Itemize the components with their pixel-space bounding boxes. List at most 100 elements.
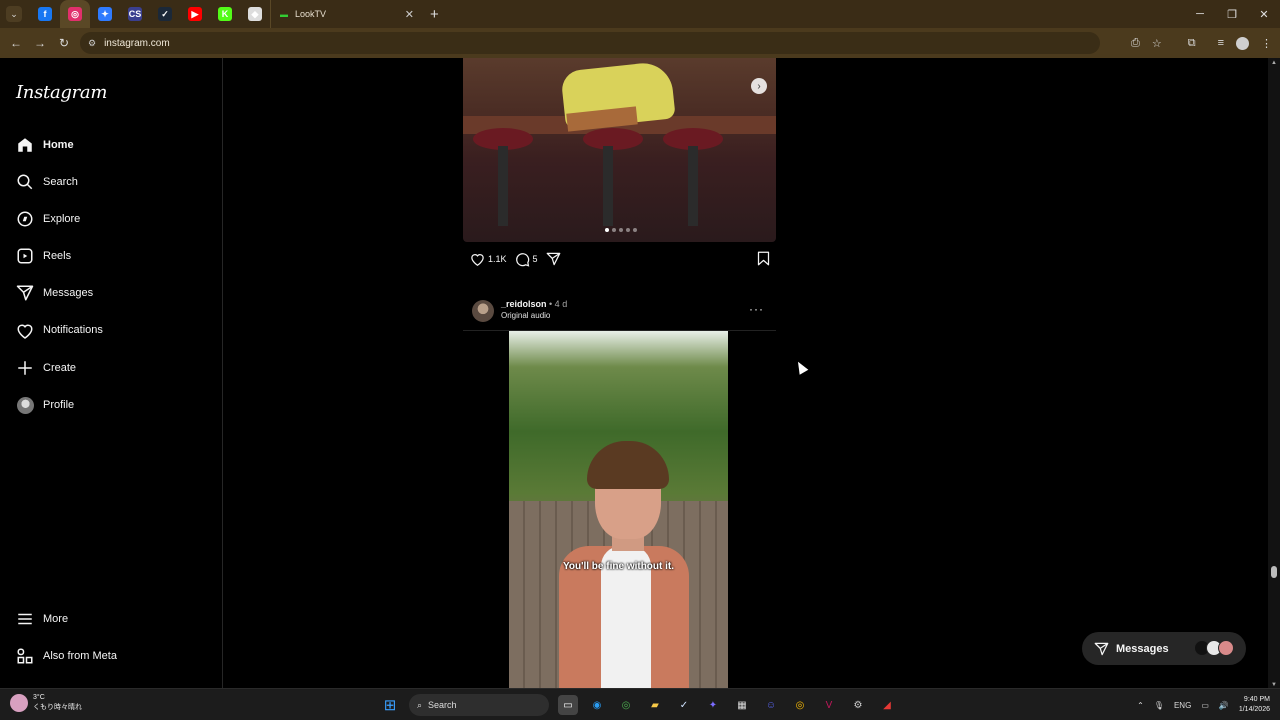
send-icon <box>16 284 34 302</box>
instagram-logo[interactable]: Instagram <box>16 82 107 103</box>
address-bar[interactable]: ⚙ instagram.com <box>80 32 1100 54</box>
taskbar-search-box[interactable]: ⌕ Search <box>409 694 549 716</box>
pinned-tab[interactable]: K <box>210 0 240 28</box>
tray-overflow-icon[interactable]: ⌃ <box>1137 701 1144 710</box>
share-button[interactable] <box>546 252 561 266</box>
reel-video[interactable]: You'll be fine without it. <box>463 330 776 688</box>
copilot-icon[interactable]: ✦ <box>703 695 723 715</box>
app-icon[interactable]: V <box>819 695 839 715</box>
messenger-icon: ✦ <box>98 7 112 21</box>
carousel-dot <box>619 228 623 232</box>
post-author-avatar[interactable] <box>472 300 494 322</box>
clock[interactable]: 9:40 PM 1/14/2026 <box>1239 695 1270 715</box>
bookmark-star-icon[interactable]: ☆ <box>1152 37 1162 50</box>
sidebar-item-more[interactable]: More <box>16 608 68 630</box>
sidebar-item-label: More <box>43 613 69 625</box>
original-audio-link[interactable]: Original audio <box>501 311 550 320</box>
comment-button[interactable]: 5 <box>515 252 538 267</box>
pinned-tab[interactable]: ▶ <box>180 0 210 28</box>
file-explorer-icon[interactable]: ▰ <box>645 695 665 715</box>
tab-search-button[interactable]: ⌄ <box>6 6 22 22</box>
close-window-button[interactable]: ✕ <box>1248 0 1280 28</box>
feed: › 1.1K 5 _reidolson • 4 d Original audio… <box>224 58 1268 688</box>
like-button[interactable]: 1.1K <box>470 252 507 266</box>
sidebar-item-explore[interactable]: Explore <box>16 208 80 230</box>
sidebar-item-also-from-meta[interactable]: Also from Meta <box>16 645 117 667</box>
install-app-icon[interactable]: ⎙ <box>1131 37 1140 50</box>
weather-icon <box>10 694 28 712</box>
maximize-button[interactable]: ❐ <box>1216 0 1248 28</box>
sidebar-item-notifications[interactable]: Notifications <box>16 319 103 341</box>
close-tab-icon[interactable]: ✕ <box>405 8 414 21</box>
pinned-tab[interactable]: ✦ <box>90 0 120 28</box>
display-icon[interactable]: ▭ <box>1201 701 1209 710</box>
back-button[interactable]: ← <box>4 36 28 50</box>
scroll-up-icon[interactable]: ▲ <box>1271 60 1277 66</box>
carousel-next-button[interactable]: › <box>751 78 767 94</box>
pinned-tab[interactable]: ◆ <box>240 0 270 28</box>
post-carousel-image[interactable]: › <box>463 58 776 242</box>
sidebar-item-label: Create <box>43 362 77 374</box>
more-options-button[interactable]: ··· <box>749 302 764 316</box>
menu-icon <box>16 610 34 628</box>
media-controls-icon[interactable]: ≡ <box>1218 37 1224 49</box>
sidebar-item-label: Also from Meta <box>43 650 117 662</box>
language-indicator[interactable]: ENG <box>1174 701 1191 710</box>
microphone-icon[interactable]: 🎙 <box>1154 701 1164 710</box>
steam-icon[interactable]: ✓ <box>674 695 694 715</box>
message-avatars <box>1194 640 1234 656</box>
taskbar-search-label: Search <box>428 700 457 710</box>
pinned-tab[interactable]: f <box>30 0 60 28</box>
sidebar-item-create[interactable]: Create <box>16 357 76 379</box>
chrome-icon[interactable]: ◎ <box>616 695 636 715</box>
carousel-dot <box>612 228 616 232</box>
site-info-icon[interactable]: ⚙ <box>88 38 96 49</box>
sidebar-item-home[interactable]: Home <box>16 134 74 156</box>
messages-pill-button[interactable]: Messages <box>1082 632 1246 665</box>
home-icon <box>16 136 34 154</box>
comment-count: 5 <box>532 254 538 264</box>
forward-button[interactable]: → <box>28 36 52 50</box>
reload-button[interactable]: ↻ <box>52 36 76 50</box>
sidebar-item-messages[interactable]: Messages <box>16 282 93 304</box>
diamond-icon: ◆ <box>248 7 262 21</box>
youtube-icon: ▶ <box>188 7 202 21</box>
weather-widget[interactable]: 3°C くもり時々晴れ <box>10 693 82 713</box>
instagram-sidebar: Instagram Home Search Explore Reels Messages… <box>0 58 223 688</box>
kick-icon: K <box>218 7 232 21</box>
post-author-username[interactable]: _reidolson • 4 d <box>501 299 567 309</box>
sidebar-item-label: Search <box>43 176 78 188</box>
discord-icon[interactable]: ☺ <box>761 695 781 715</box>
start-windows-icon[interactable]: ⊞ <box>380 695 400 715</box>
scrollbar-thumb[interactable] <box>1271 566 1277 578</box>
pinned-tab[interactable]: ✓ <box>150 0 180 28</box>
pinned-tab[interactable]: ◎ <box>60 0 90 28</box>
tab-title: LookTV <box>295 9 327 19</box>
store-icon[interactable]: ▦ <box>732 695 752 715</box>
sidebar-item-reels[interactable]: Reels <box>16 245 71 267</box>
dota-icon[interactable]: ◢ <box>877 695 897 715</box>
save-button[interactable] <box>757 251 770 271</box>
extensions-icon[interactable]: ⧉ <box>1188 37 1196 50</box>
task-view-icon[interactable]: ▭ <box>558 695 578 715</box>
edge-icon[interactable]: ◉ <box>587 695 607 715</box>
windows-taskbar: 3°C くもり時々晴れ ⊞ ⌕ Search ▭ ◉ ◎ ▰ ✓ ✦ ▦ ☺ ◎… <box>0 688 1280 720</box>
carousel-dot <box>605 228 609 232</box>
minimize-button[interactable]: ─ <box>1184 0 1216 28</box>
search-icon: ⌕ <box>417 699 423 710</box>
sidebar-item-label: Home <box>43 139 74 151</box>
volume-icon[interactable]: 🔊 <box>1219 701 1229 710</box>
chrome-menu-icon[interactable]: ⋮ <box>1261 37 1272 50</box>
sidebar-item-label: Explore <box>43 213 81 225</box>
heart-icon <box>471 254 484 266</box>
send-icon <box>1094 642 1109 655</box>
page-scrollbar[interactable]: ▲ ▼ <box>1268 58 1280 688</box>
new-tab-button[interactable]: + <box>430 6 439 23</box>
sidebar-item-search[interactable]: Search <box>16 171 78 193</box>
chrome-alt-icon[interactable]: ◎ <box>790 695 810 715</box>
browser-tab-looktv[interactable]: ▬ LookTV ✕ <box>270 0 420 28</box>
sidebar-item-profile[interactable]: Profile <box>16 394 74 416</box>
profile-avatar[interactable] <box>1236 36 1249 50</box>
settings-icon[interactable]: ⚙ <box>848 695 868 715</box>
pinned-tab[interactable]: CS <box>120 0 150 28</box>
